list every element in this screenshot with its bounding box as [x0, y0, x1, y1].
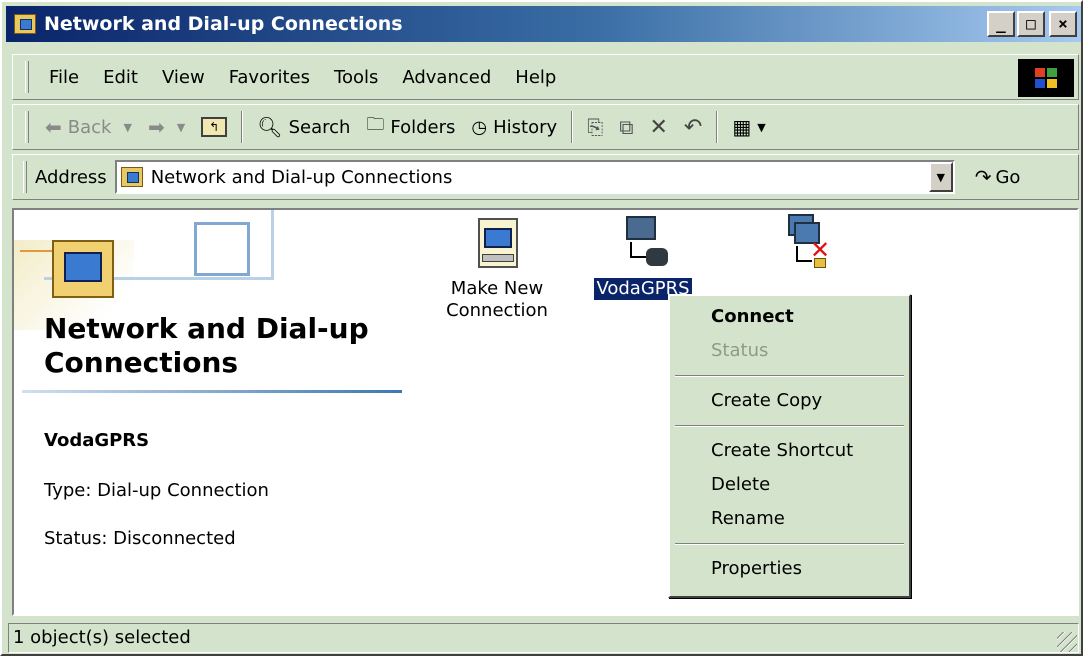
menu-tools[interactable]: Tools	[322, 67, 390, 88]
menu-separator	[675, 425, 904, 427]
selected-item-type: Type: Dial-up Connection	[44, 480, 269, 501]
network-folder-icon	[14, 14, 36, 34]
menubar-grip[interactable]	[25, 61, 29, 93]
selected-item-status: Status: Disconnected	[44, 528, 236, 549]
folders-label: Folders	[390, 116, 456, 138]
item-label: Connection	[446, 300, 548, 321]
delete-button[interactable]: ✕	[641, 115, 675, 140]
close-button[interactable]: ×	[1049, 11, 1077, 37]
copy-to-button[interactable]: ⧉	[611, 115, 641, 139]
status-text: 1 object(s) selected	[8, 623, 1079, 653]
menu-separator	[675, 375, 904, 377]
network-folder-icon	[120, 167, 143, 187]
history-label: History	[493, 116, 558, 138]
status-bar: 1 object(s) selected	[8, 622, 1079, 654]
minimize-button[interactable]: _	[987, 11, 1015, 37]
views-dropdown-icon: ▼	[757, 120, 766, 134]
pane-divider	[22, 390, 402, 393]
forward-dropdown-icon[interactable]: ▼	[177, 121, 185, 134]
menu-item-create-shortcut[interactable]: Create Shortcut	[673, 434, 906, 468]
undo-button[interactable]: ↶	[676, 115, 710, 140]
views-icon: ▦	[732, 115, 752, 139]
menu-view[interactable]: View	[150, 67, 217, 88]
maximize-button[interactable]: □	[1017, 11, 1045, 37]
item-label: Make New	[450, 278, 544, 299]
folders-button[interactable]: 🗀 Folders	[358, 112, 463, 142]
standard-toolbar: ⬅ Back ▼ ➡ ▼ ↰ 🔍︎ Search 🗀 Folders ◷ His…	[12, 104, 1079, 150]
menu-advanced[interactable]: Advanced	[390, 67, 503, 88]
views-button[interactable]: ▦ ▼	[724, 115, 773, 139]
menu-item-rename[interactable]: Rename	[673, 502, 906, 536]
network-folder-large-icon	[52, 240, 114, 298]
toolbar-separator	[716, 111, 719, 143]
make-new-connection-item[interactable]: Make New Connection	[432, 214, 562, 322]
resize-grip-icon[interactable]	[1057, 632, 1077, 652]
history-icon: ◷	[471, 116, 488, 138]
menu-item-status: Status	[711, 340, 769, 361]
up-button[interactable]: ↰	[193, 117, 235, 137]
toolbar-separator	[241, 111, 244, 143]
disconnected-connection-item[interactable]: ✕	[762, 214, 852, 278]
menu-bar: File Edit View Favorites Tools Advanced …	[12, 54, 1079, 100]
history-button[interactable]: ◷ History	[463, 117, 565, 138]
menu-item-properties[interactable]: Properties	[673, 552, 906, 586]
folders-icon: 🗀	[366, 114, 385, 135]
go-button[interactable]: ↷ Go	[975, 165, 1021, 189]
back-dropdown-icon[interactable]: ▼	[123, 121, 131, 134]
undo-icon: ↶	[683, 114, 703, 140]
window-title: Network and Dial-up Connections	[44, 13, 403, 35]
menu-separator	[675, 543, 904, 545]
delete-x-icon: ✕	[649, 114, 668, 140]
search-label: Search	[288, 116, 351, 138]
back-button[interactable]: ⬅ Back ▼	[37, 115, 140, 139]
address-label: Address	[35, 166, 107, 188]
title-bar[interactable]: Network and Dial-up Connections _ □ ×	[6, 6, 1081, 42]
menu-help[interactable]: Help	[503, 67, 568, 88]
menu-favorites[interactable]: Favorites	[217, 67, 322, 88]
address-dropdown-button[interactable]: ▼	[928, 162, 953, 192]
folder-content: Network and Dial-up Connections VodaGPRS…	[12, 208, 1079, 616]
selected-item-name: VodaGPRS	[44, 430, 150, 451]
back-label: Back	[67, 116, 112, 138]
new-connection-icon	[472, 214, 522, 272]
copy-to-icon: ⧉	[619, 115, 634, 139]
search-icon: 🔍︎	[257, 115, 283, 139]
menu-item-connect[interactable]: Connect	[673, 300, 906, 334]
forward-arrow-icon: ➡	[147, 115, 165, 139]
context-menu: Connect Status Create Copy Create Shortc…	[668, 294, 911, 598]
address-bar: Address Network and Dial-up Connections …	[12, 154, 1079, 200]
address-value: Network and Dial-up Connections	[150, 166, 453, 188]
forward-button[interactable]: ➡ ▼	[140, 115, 193, 139]
menu-item-delete[interactable]: Delete	[673, 468, 906, 502]
dial-up-connection-icon	[618, 214, 668, 272]
chevron-down-icon: ▼	[936, 170, 945, 184]
addressbar-grip[interactable]	[23, 161, 27, 193]
back-arrow-icon: ⬅	[45, 115, 62, 139]
vodagprs-connection-item[interactable]: VodaGPRS	[588, 214, 698, 300]
move-to-button[interactable]: ⎘	[579, 115, 611, 139]
disconnected-network-icon: ✕	[782, 214, 832, 272]
move-to-icon: ⎘	[587, 115, 604, 139]
go-label: Go	[995, 166, 1021, 188]
explorer-window: Network and Dial-up Connections _ □ × Fi…	[0, 0, 1083, 656]
toolbar-separator	[571, 111, 574, 143]
go-arrow-icon: ↷	[974, 165, 992, 189]
pane-title: Network and Dial-up Connections	[44, 312, 369, 379]
menu-edit[interactable]: Edit	[91, 67, 150, 88]
menu-item-create-copy[interactable]: Create Copy	[673, 384, 906, 418]
banner-decoration	[194, 222, 250, 276]
up-folder-icon: ↰	[201, 117, 228, 137]
window-controls: _ □ ×	[987, 11, 1077, 37]
toolbar-grip[interactable]	[25, 111, 29, 143]
search-button[interactable]: 🔍︎ Search	[249, 115, 358, 139]
menu-file[interactable]: File	[37, 67, 91, 88]
address-input[interactable]: Network and Dial-up Connections ▼	[114, 160, 955, 194]
windows-logo-icon	[1018, 59, 1074, 97]
